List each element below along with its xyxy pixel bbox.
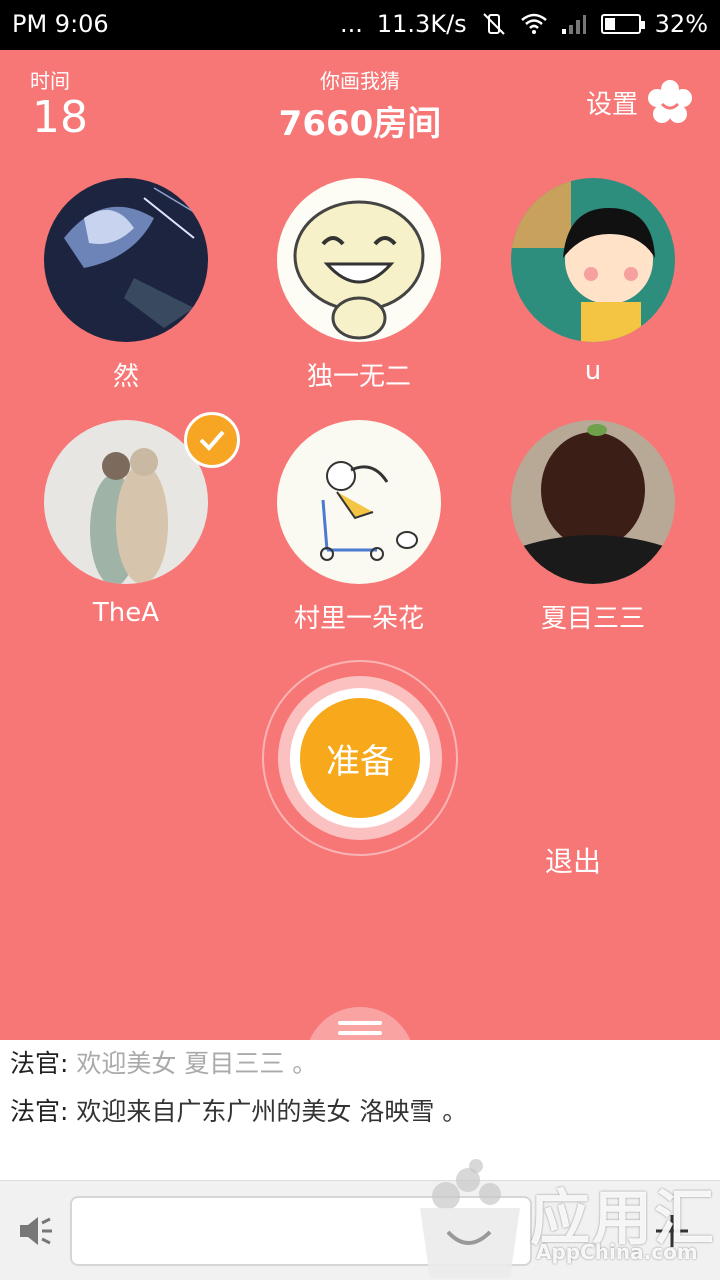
voice-toggle-icon[interactable] [16,1211,56,1251]
chat-text: 欢迎来自广东广州的美女 洛映雪 。 [76,1097,468,1126]
player-slot[interactable]: 村里一朵花 [259,420,459,635]
handle-line [338,1031,382,1035]
vibrate-off-icon [482,13,505,35]
chat-input[interactable] [70,1196,532,1266]
chat-message: 法官: 欢迎来自广东广州的美女 洛映雪 。 [10,1092,467,1128]
status-right: ... 11.3K/s 32% [340,10,708,38]
player-name: 夏目三三 [540,604,645,634]
input-bar [0,1180,720,1280]
wifi-icon [520,13,547,34]
status-bar: PM 9:06 ... 11.3K/s 32% [0,0,720,50]
player-name: u [584,356,602,386]
back-of-head-photo-avatar-image [511,420,675,584]
signal-icon [561,15,586,34]
player-name: 然 [112,362,139,392]
player-avatar[interactable] [44,178,208,342]
player-name: 独一无二 [306,362,411,392]
player-slot[interactable]: u [493,178,693,386]
smiling-cat-cartoon-avatar-image [277,178,441,342]
player-name: TheA [92,598,160,628]
chat-speaker: 法官 [10,1097,61,1126]
player-slot[interactable]: 夏目三三 [493,420,693,635]
chat-speaker: 法官 [10,1049,61,1078]
player-slot[interactable]: 独一无二 [259,178,459,393]
chat-message: 法官: 欢迎美女 夏目三三 。 [10,1044,317,1080]
player-avatar[interactable] [511,420,675,584]
status-dots: ... [340,10,363,38]
player-avatar[interactable] [511,178,675,342]
status-time: PM 9:06 [12,10,109,38]
exit-button[interactable]: 退出 [545,840,601,880]
handle-line [338,1021,382,1025]
chat-text: 欢迎美女 夏目三三 。 [76,1049,318,1078]
player-avatar[interactable] [277,420,441,584]
settings-button[interactable]: 设置 [586,80,692,124]
chibi-maruko-avatar-image [511,178,675,342]
ready-button[interactable]: 准备 [300,698,420,818]
scooter-girl-drawing-avatar-image [277,420,441,584]
player-avatar[interactable] [277,178,441,342]
ready-check-icon [184,412,240,468]
player-slot[interactable]: TheA [26,412,240,628]
anime-character-avatar-image [44,178,208,342]
settings-flower-icon [648,80,692,123]
player-slot[interactable]: 然 [26,178,226,393]
network-speed: 11.3K/s [376,10,467,38]
player-name: 村里一朵花 [293,604,424,634]
settings-label: 设置 [585,89,638,120]
chat-separator: : [60,1097,77,1126]
game-room: 时间 18 你画我猜 7660房间 设置 然 独一无二 u TheA 村里一朵花… [0,50,720,1067]
battery-icon [600,14,645,34]
chat-separator: : [60,1049,77,1078]
plus-icon[interactable] [652,1211,692,1251]
chat-log: 法官: 欢迎美女 夏目三三 。 法官: 欢迎来自广东广州的美女 洛映雪 。 [0,1040,720,1180]
battery-percent: 32% [654,10,708,38]
